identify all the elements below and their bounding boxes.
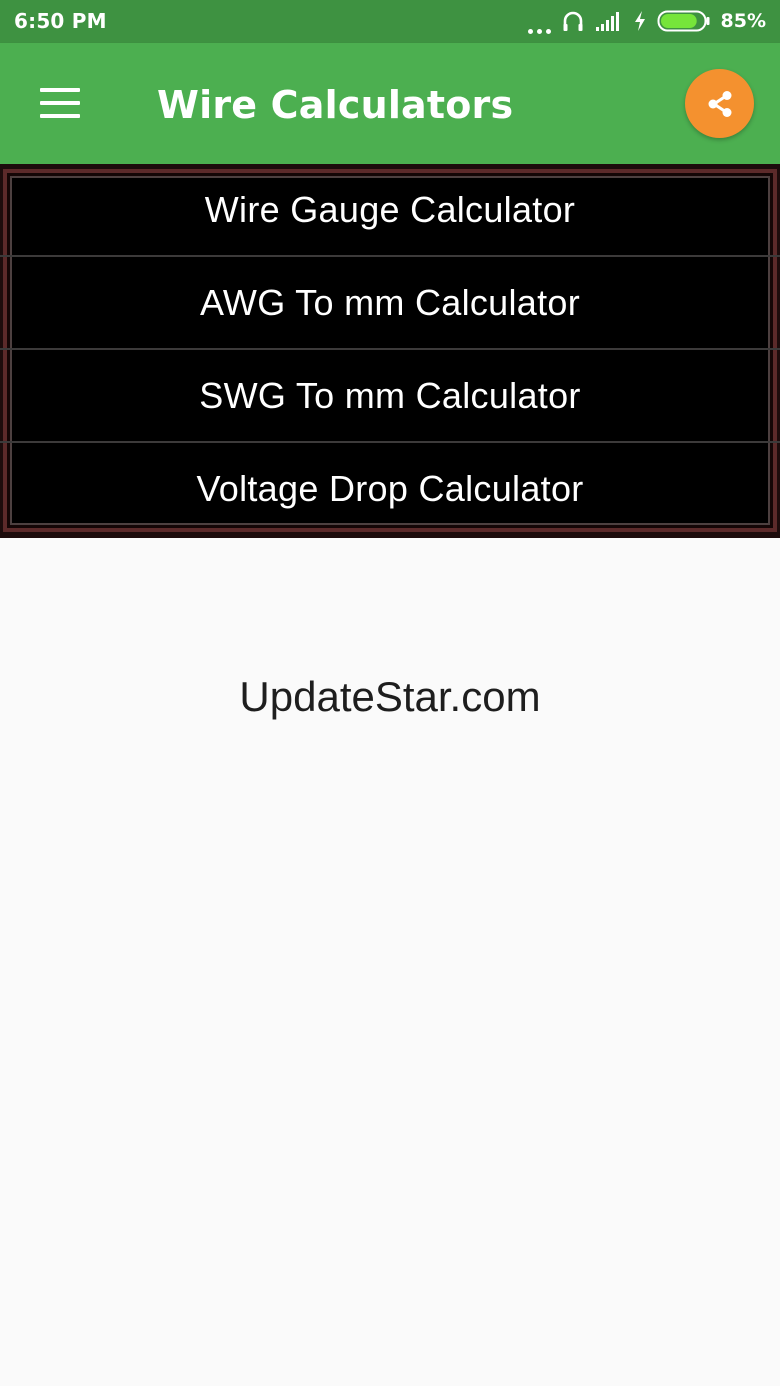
status-bar: 6:50 PM 85%: [0, 0, 780, 43]
share-icon: [708, 90, 731, 117]
signal-icon: [595, 12, 619, 31]
wire-gauge-calculator-button[interactable]: Wire Gauge Calculator: [10, 164, 770, 255]
status-icons: 85%: [527, 7, 766, 35]
voltage-drop-calculator-button[interactable]: Voltage Drop Calculator: [10, 443, 770, 534]
charging-icon: [634, 11, 645, 31]
hamburger-menu-icon[interactable]: [34, 79, 86, 129]
more-dots-icon: [527, 8, 551, 34]
share-button[interactable]: [685, 69, 754, 138]
watermark-text: UpdateStar.com: [239, 673, 541, 720]
status-time: 6:50 PM: [14, 9, 107, 33]
headphones-icon: [563, 11, 583, 31]
calculator-list: Wire Gauge Calculator AWG To mm Calculat…: [0, 164, 780, 538]
page-title: Wire Calculators: [157, 83, 514, 127]
battery-percent: 85%: [720, 10, 766, 32]
awg-to-mm-calculator-button[interactable]: AWG To mm Calculator: [10, 257, 770, 348]
battery-icon: [657, 10, 710, 32]
swg-to-mm-calculator-button[interactable]: SWG To mm Calculator: [10, 350, 770, 441]
app-bar: Wire Calculators: [0, 43, 780, 164]
